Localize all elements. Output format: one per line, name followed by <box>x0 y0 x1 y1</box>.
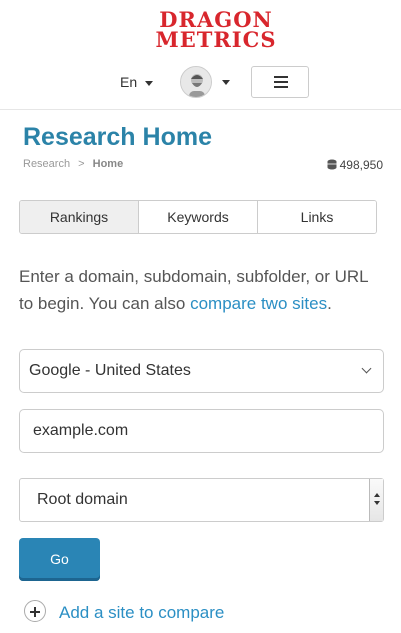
go-button[interactable]: Go <box>19 538 100 581</box>
chevron-down-icon <box>361 363 372 374</box>
compare-two-sites-link[interactable]: compare two sites <box>190 294 327 313</box>
logo-line-2: METRICS <box>155 27 277 52</box>
caret-down-icon <box>222 79 230 85</box>
hamburger-menu-button[interactable] <box>251 66 309 98</box>
hamburger-icon <box>274 81 288 83</box>
breadcrumb-separator: > <box>78 158 85 170</box>
domain-input[interactable]: example.com <box>19 409 384 453</box>
language-dropdown[interactable]: En <box>120 74 154 90</box>
research-tabs: Rankings Keywords Links <box>19 200 377 234</box>
select-arrows-icon <box>369 479 383 521</box>
scope-select[interactable]: Root domain <box>19 478 384 522</box>
intro-end: . <box>327 294 332 313</box>
user-menu[interactable] <box>180 66 230 98</box>
top-header: DRAGON METRICS En <box>0 0 401 110</box>
plus-circle-icon[interactable] <box>24 600 46 622</box>
hamburger-icon <box>274 76 288 78</box>
tab-keywords[interactable]: Keywords <box>139 201 258 233</box>
credits-balance: 498,950 <box>327 158 383 172</box>
coins-icon <box>327 159 337 170</box>
breadcrumb-home: Home <box>92 158 124 170</box>
tab-rankings[interactable]: Rankings <box>20 201 139 233</box>
avatar <box>180 66 212 98</box>
scope-select-value: Root domain <box>37 491 128 508</box>
page-title: Research Home <box>23 123 212 151</box>
search-engine-select[interactable]: Google - United States <box>19 349 384 393</box>
hamburger-icon <box>274 86 288 88</box>
intro-text: Enter a domain, subdomain, subfolder, or… <box>19 263 384 317</box>
tab-links[interactable]: Links <box>258 201 376 233</box>
add-site-to-compare[interactable]: Add a site to compare <box>24 600 224 623</box>
search-engine-value: Google - United States <box>29 362 191 379</box>
breadcrumb-research[interactable]: Research <box>23 158 70 170</box>
dragon-metrics-logo[interactable]: DRAGON METRICS <box>150 9 282 52</box>
caret-down-icon <box>145 80 154 86</box>
domain-input-value: example.com <box>33 422 129 439</box>
credits-value: 498,950 <box>339 158 383 172</box>
language-label: En <box>120 74 138 90</box>
add-site-label[interactable]: Add a site to compare <box>59 603 224 622</box>
breadcrumb: Research > Home <box>23 158 123 170</box>
